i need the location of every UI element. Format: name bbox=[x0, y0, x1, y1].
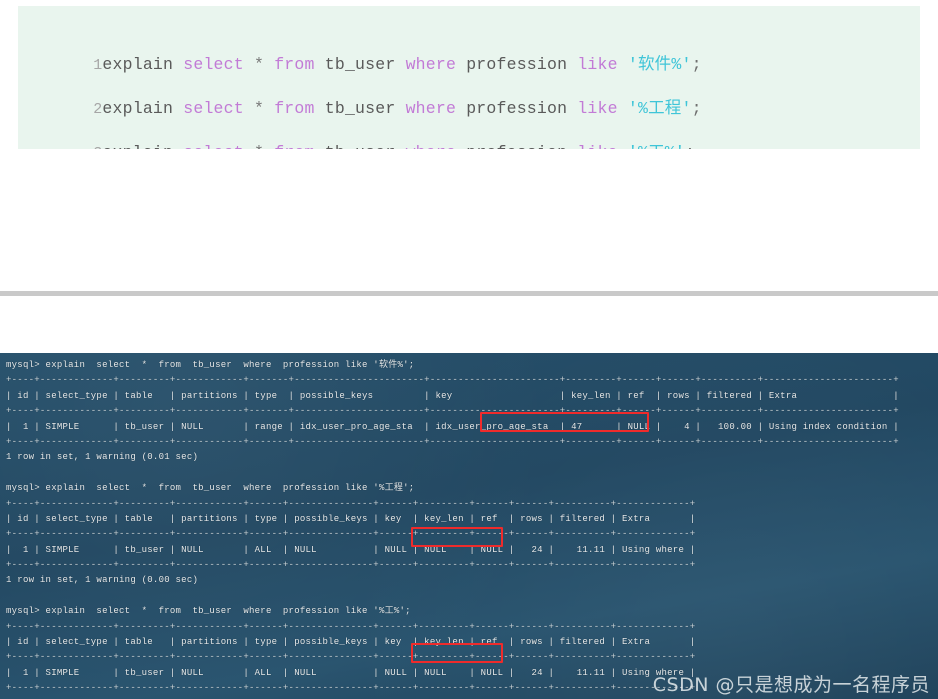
sql-code-block: 1explain select * from tb_user where pro… bbox=[18, 6, 920, 149]
code-token-str: '%工%' bbox=[628, 143, 685, 149]
code-line-content: explain select * from tb_user where prof… bbox=[102, 143, 695, 149]
code-line-content: explain select * from tb_user where prof… bbox=[102, 55, 701, 74]
code-token-kw: from bbox=[274, 143, 314, 149]
terminal-line: mysql> explain select * from tb_user whe… bbox=[6, 606, 411, 617]
code-token-plain: explain bbox=[102, 99, 174, 118]
code-token-plain: tb_user bbox=[325, 143, 396, 149]
terminal-line: | 1 | SIMPLE | tb_user | NULL | ALL | NU… bbox=[6, 544, 696, 555]
terminal-table-separator: +----+-------------+---------+----------… bbox=[6, 652, 696, 663]
code-token-op: * bbox=[254, 143, 264, 149]
code-token-op: * bbox=[253, 55, 265, 74]
csdn-watermark: CSDN @只是想成为一名程序员 bbox=[652, 674, 930, 696]
code-token-kw: select bbox=[183, 55, 244, 74]
terminal-line: 1 row in set, 1 warning (0.01 sec) bbox=[6, 452, 199, 463]
code-token-kw: where bbox=[405, 55, 457, 74]
code-token-kw: like bbox=[577, 55, 618, 74]
code-token-kw: from bbox=[274, 99, 315, 118]
code-token-plain: tb_user bbox=[324, 99, 396, 118]
section-divider bbox=[0, 291, 938, 296]
code-token-str: '%工程' bbox=[627, 99, 692, 118]
terminal-line: mysql> explain select * from tb_user whe… bbox=[6, 360, 415, 370]
code-token-str: '软件%' bbox=[627, 55, 692, 74]
code-token-plain: profession bbox=[466, 55, 568, 74]
terminal-table-separator: +----+-------------+---------+----------… bbox=[6, 375, 899, 386]
code-token-op: * bbox=[253, 99, 265, 118]
code-token-kw: like bbox=[577, 143, 617, 149]
code-token-plain: explain bbox=[102, 143, 173, 149]
terminal-table-separator: +----+-------------+---------+----------… bbox=[6, 560, 696, 571]
terminal-line: | 1 | SIMPLE | tb_user | NULL | range | … bbox=[6, 421, 899, 432]
terminal-table-separator: +----+-------------+---------+----------… bbox=[6, 436, 899, 447]
code-token-kw: select bbox=[183, 99, 244, 118]
code-line-content: explain select * from tb_user where prof… bbox=[102, 99, 701, 118]
terminal-output: mysql> explain select * from tb_user whe… bbox=[6, 358, 938, 699]
code-token-punc: ; bbox=[691, 55, 702, 74]
code-token-plain: explain bbox=[102, 55, 174, 74]
code-token-kw: from bbox=[274, 55, 315, 74]
code-token-plain: tb_user bbox=[324, 55, 396, 74]
terminal-line: mysql> explain select * from tb_user whe… bbox=[6, 483, 415, 494]
terminal-line: | id | select_type | table | partitions … bbox=[6, 513, 696, 524]
code-line: 1explain select * from tb_user where pro… bbox=[18, 20, 920, 74]
terminal-table-separator: +----+-------------+---------+----------… bbox=[6, 498, 696, 509]
mysql-terminal-screenshot: mysql> explain select * from tb_user whe… bbox=[0, 353, 938, 699]
code-token-kw: where bbox=[406, 143, 457, 149]
terminal-table-separator: +----+-------------+---------+----------… bbox=[6, 406, 899, 417]
terminal-line: 1 row in set, 1 warning (0.00 sec) bbox=[6, 575, 199, 586]
code-token-punc: ; bbox=[685, 143, 695, 149]
line-number: 2 bbox=[93, 101, 103, 118]
terminal-table-separator: +----+-------------+---------+----------… bbox=[6, 529, 696, 540]
terminal-line: | id | select_type | table | partitions … bbox=[6, 390, 899, 401]
line-number: 1 bbox=[93, 57, 103, 74]
terminal-line: | id | select_type | table | partitions … bbox=[6, 637, 696, 648]
code-token-kw: select bbox=[183, 143, 244, 149]
code-token-plain: profession bbox=[466, 143, 567, 149]
code-token-punc: ; bbox=[691, 99, 702, 118]
code-token-kw: like bbox=[577, 99, 618, 118]
line-number: 3 bbox=[58, 139, 102, 149]
code-token-plain: profession bbox=[466, 99, 568, 118]
code-token-kw: where bbox=[405, 99, 457, 118]
terminal-table-separator: +----+-------------+---------+----------… bbox=[6, 621, 696, 632]
